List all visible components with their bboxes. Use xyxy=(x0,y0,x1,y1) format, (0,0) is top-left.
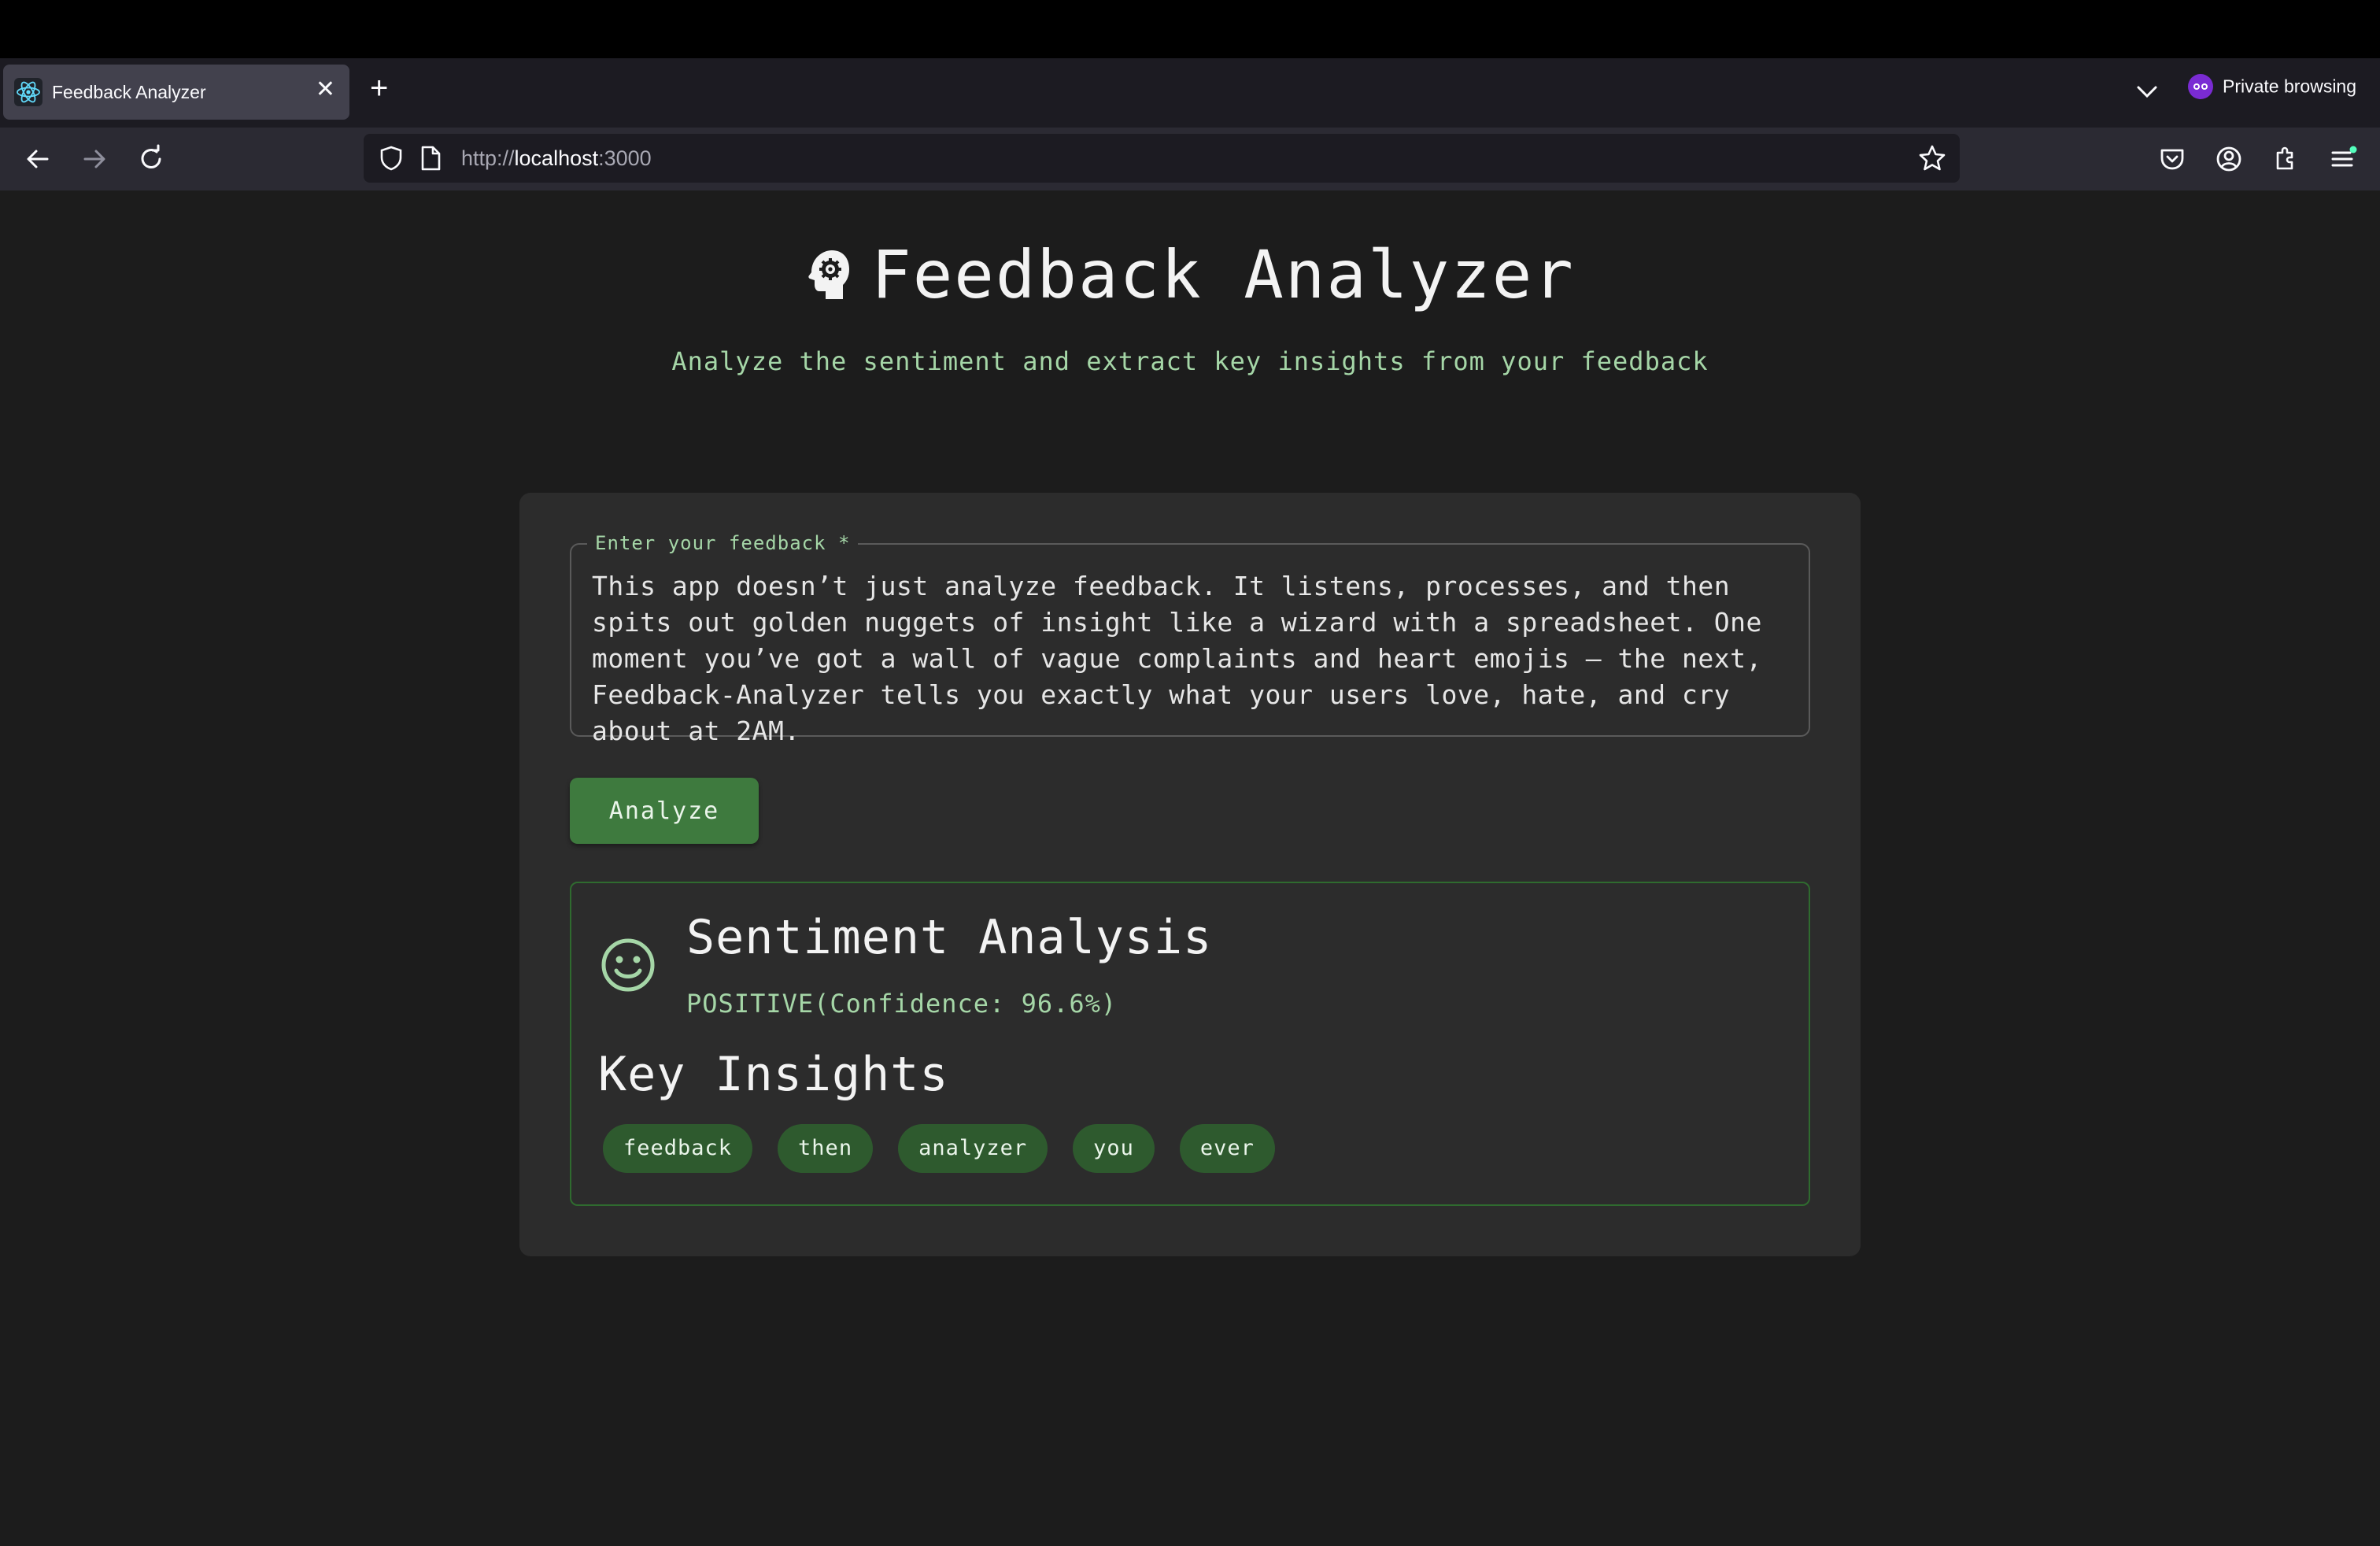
bookmark-star-icon[interactable] xyxy=(1917,143,1947,173)
tab-strip: Feedback Analyzer ✕ + Private browsing xyxy=(0,58,2380,128)
chevron-down-icon[interactable] xyxy=(2133,77,2161,105)
extensions-icon[interactable] xyxy=(2270,143,2301,175)
analyzer-card: Enter your feedback * This app doesn’t j… xyxy=(519,493,1861,1256)
back-arrow-icon[interactable] xyxy=(22,143,54,175)
keyword-chip: ever xyxy=(1179,1124,1275,1173)
insights-heading: Key Insights xyxy=(598,1047,949,1102)
keyword-chip: feedback xyxy=(603,1124,753,1173)
keyword-chip: then xyxy=(778,1124,874,1173)
private-browsing-label: Private browsing xyxy=(2223,76,2357,97)
feedback-textarea[interactable]: Enter your feedback * This app doesn’t j… xyxy=(570,532,1810,746)
tab-feedback-analyzer[interactable]: Feedback Analyzer ✕ xyxy=(3,65,349,120)
page-title: Feedback Analyzer xyxy=(805,236,1575,313)
shield-icon[interactable] xyxy=(378,145,405,172)
url-scheme: http:// xyxy=(461,146,515,170)
account-icon[interactable] xyxy=(2213,143,2245,175)
keyword-chips: feedback then analyzer you ever xyxy=(603,1124,1275,1173)
react-icon xyxy=(14,78,42,106)
keyword-chip: analyzer xyxy=(898,1124,1048,1173)
address-bar[interactable]: http://localhost:3000 xyxy=(364,134,1960,183)
page-icon[interactable] xyxy=(419,145,442,172)
private-browsing-indicator: Private browsing xyxy=(2188,74,2356,99)
analyze-button[interactable]: Analyze xyxy=(570,778,759,844)
page-title-text: Feedback Analyzer xyxy=(871,236,1575,313)
page-subtitle: Analyze the sentiment and extract key in… xyxy=(671,346,1709,376)
forward-arrow-icon[interactable] xyxy=(79,143,110,175)
url-host: localhost xyxy=(514,146,599,170)
navigation-bar: http://localhost:3000 xyxy=(0,128,2380,190)
feedback-label: Enter your feedback * xyxy=(587,532,859,554)
private-mask-icon xyxy=(2188,74,2213,99)
results-panel: Sentiment Analysis POSITIVE(Confidence: … xyxy=(570,882,1810,1206)
sentiment-result: POSITIVE(Confidence: 96.6%) xyxy=(686,989,1118,1019)
new-tab-button[interactable]: + xyxy=(370,71,388,106)
psychology-icon xyxy=(808,250,850,299)
smiley-face-icon xyxy=(601,938,655,992)
url-text[interactable]: http://localhost:3000 xyxy=(461,146,652,171)
close-tab-icon[interactable]: ✕ xyxy=(316,76,335,103)
menu-icon[interactable] xyxy=(2326,143,2358,175)
feedback-text[interactable]: This app doesn’t just analyze feedback. … xyxy=(592,568,1788,749)
sentiment-heading: Sentiment Analysis xyxy=(686,910,1213,965)
tab-title: Feedback Analyzer xyxy=(52,82,206,102)
page-header: Feedback Analyzer xyxy=(0,236,2380,313)
pocket-icon[interactable] xyxy=(2156,143,2188,175)
os-top-bar xyxy=(0,0,2380,58)
reload-icon[interactable] xyxy=(135,143,167,175)
keyword-chip: you xyxy=(1073,1124,1155,1173)
url-port: :3000 xyxy=(598,146,652,170)
